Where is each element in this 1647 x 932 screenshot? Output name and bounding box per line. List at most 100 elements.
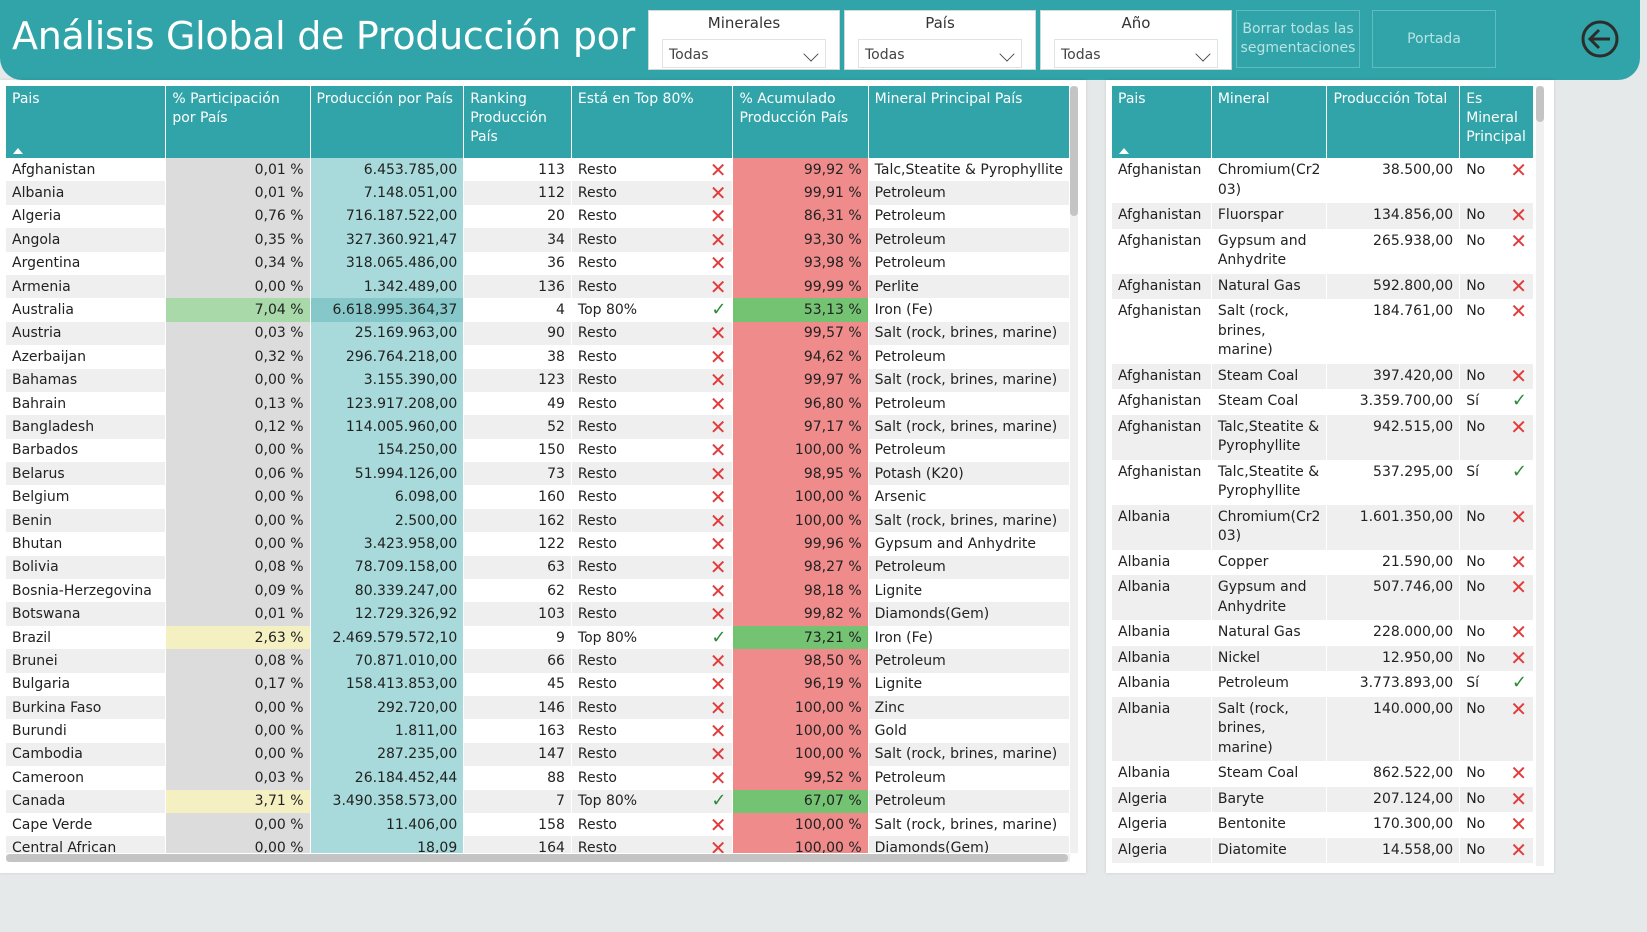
cell-pais: Afghanistan	[1112, 203, 1212, 229]
slicer-dropdown[interactable]: Todas	[662, 39, 826, 68]
table-row[interactable]: Azerbaijan 0,32 % 296.764.218,00 38 Resto ✕ 94…	[6, 345, 1070, 369]
clear-slicers-button[interactable]: Borrar todas las segmentaciones	[1236, 10, 1360, 68]
col-header-es-principal[interactable]: Es Mineral Principal	[1459, 86, 1534, 158]
cell-produccion: 1.811,00	[310, 719, 465, 743]
top80-label: Top 80%	[577, 793, 638, 810]
table-row[interactable]: Albania 0,01 % 7.148.051,00 112 Resto ✕ 99,91 …	[6, 181, 1070, 205]
table-row[interactable]: Brunei 0,08 % 70.871.010,00 66 Resto ✕ 98,50 %…	[6, 649, 1070, 673]
vertical-scrollbar[interactable]	[1070, 86, 1078, 853]
table-row[interactable]: Central African 0,00 % 18,09 164 Resto ✕ 100,0…	[6, 836, 1070, 853]
cell-produccion: 3.423.958,00	[310, 532, 465, 556]
top80-label: Resto	[577, 231, 617, 248]
table-row[interactable]: Bosnia-Herzegovina 0,09 % 80.339.247,00 62 R…	[6, 579, 1070, 603]
cell-participacion: 0,00 %	[165, 274, 311, 299]
table-row[interactable]: Afghanistan Talc,Steatite & Pyrophyllite 9…	[1112, 414, 1534, 460]
table-row[interactable]: Algeria Baryte 207.124,00 No ✕	[1112, 786, 1534, 812]
table-row[interactable]: Afghanistan 0,01 % 6.453.785,00 113 Resto ✕ 99…	[6, 158, 1070, 182]
table-row[interactable]: Afghanistan Steam Coal 397.420,00 No ✕	[1112, 363, 1534, 389]
cell-mineral-principal: Salt (rock, brines, marine)	[868, 415, 1070, 439]
col-header-mineral-principal[interactable]: Mineral Principal País	[868, 86, 1070, 158]
table-row[interactable]: Cameroon 0,03 % 26.184.452,44 88 Resto ✕ 99,52…	[6, 766, 1070, 790]
cell-acumulado: 98,50 %	[732, 649, 869, 673]
table-row[interactable]: Bahamas 0,00 % 3.155.390,00 123 Resto ✕ 99,97 …	[6, 368, 1070, 392]
col-header-pais[interactable]: Pais	[1112, 86, 1212, 158]
slicer-minerales[interactable]: Minerales Todas	[648, 10, 840, 70]
cross-icon: ✕	[709, 508, 727, 533]
col-header-mineral[interactable]: Mineral	[1211, 86, 1328, 158]
cross-icon: ✕	[709, 719, 727, 743]
table-row[interactable]: Cambodia 0,00 % 287.235,00 147 Resto ✕ 100,00 …	[6, 742, 1070, 767]
col-header-ranking[interactable]: Ranking Producción País	[463, 86, 572, 158]
cover-button[interactable]: Portada	[1372, 10, 1496, 68]
col-header-acumulado[interactable]: % Acumulado Producción País	[732, 86, 869, 158]
table-row[interactable]: Bulgaria 0,17 % 158.413.853,00 45 Resto ✕ 96,1…	[6, 672, 1070, 696]
scrollbar-thumb[interactable]	[1070, 86, 1078, 216]
table-row[interactable]: Albania Salt (rock, brines, marine) 140.00…	[1112, 696, 1534, 761]
col-header-produccion-total[interactable]: Producción Total	[1326, 86, 1461, 158]
col-header-participacion[interactable]: % Participación por País	[165, 86, 311, 158]
back-arrow-icon[interactable]	[1580, 19, 1620, 59]
top80-label: Resto	[577, 418, 617, 435]
table-row[interactable]: Barbados 0,00 % 154.250,00 150 Resto ✕ 100,00 …	[6, 438, 1070, 463]
table-row[interactable]: Algeria 0,76 % 716.187.522,00 20 Resto ✕ 86,31…	[6, 204, 1070, 229]
table-row[interactable]: Bolivia 0,08 % 78.709.158,00 63 Resto ✕ 98,27 …	[6, 555, 1070, 580]
top80-label: Resto	[577, 255, 617, 272]
table-row[interactable]: Albania Gypsum and Anhydrite 507.746,00 No ✕	[1112, 575, 1534, 620]
cell-ranking: 163	[463, 719, 572, 743]
table-row[interactable]: Angola 0,35 % 327.360.921,47 34 Resto ✕ 93,30 …	[6, 228, 1070, 252]
cell-es-principal: No ✕	[1459, 228, 1534, 274]
table-row[interactable]: Botswana 0,01 % 12.729.326,92 103 Resto ✕ 99,8…	[6, 602, 1070, 626]
col-header-produccion[interactable]: Producción por País	[310, 86, 465, 158]
vertical-scrollbar[interactable]	[1536, 86, 1544, 866]
table-row[interactable]: Afghanistan Natural Gas 592.800,00 No ✕	[1112, 273, 1534, 299]
table-row[interactable]: Algeria Diatomite 14.558,00 No ✕	[1112, 837, 1534, 863]
table-row[interactable]: Afghanistan Gypsum and Anhydrite 265.938,0…	[1112, 228, 1534, 274]
table-row[interactable]: Belgium 0,00 % 6.098,00 160 Resto ✕ 100,00 % Ar…	[6, 485, 1070, 509]
table-row[interactable]: Australia 7,04 % 6.618.995.364,37 4 Top 80% ✓…	[6, 298, 1070, 322]
table-row[interactable]: Belarus 0,06 % 51.994.126,00 73 Resto ✕ 98,95 …	[6, 462, 1070, 486]
table-row[interactable]: Bhutan 0,00 % 3.423.958,00 122 Resto ✕ 99,96 %…	[6, 532, 1070, 556]
table-row[interactable]: Afghanistan Salt (rock, brines, marine) 18…	[1112, 299, 1534, 364]
scrollbar-thumb[interactable]	[6, 854, 1068, 862]
table-row[interactable]: Canada 3,71 % 3.490.358.573,00 7 Top 80% ✓ 67,…	[6, 789, 1070, 813]
table-row[interactable]: Albania Steam Coal 862.522,00 No ✕	[1112, 761, 1534, 787]
table-row[interactable]: Cape Verde 0,00 % 11.406,00 158 Resto ✕ 100,00…	[6, 812, 1070, 837]
table-row[interactable]: Albania Chromium(Cr2 03) 1.601.350,00 No ✕	[1112, 504, 1534, 550]
table-row[interactable]: Bangladesh 0,12 % 114.005.960,00 52 Resto ✕ 97…	[6, 415, 1070, 439]
cell-produccion: 3.490.358.573,00	[310, 789, 465, 813]
cell-es-principal: No ✕	[1459, 414, 1534, 460]
table-row[interactable]: Afghanistan Fluorspar 134.856,00 No ✕	[1112, 203, 1534, 229]
table-row[interactable]: Albania Nickel 12.950,00 No ✕	[1112, 645, 1534, 671]
top80-label: Resto	[577, 582, 617, 599]
slicer-dropdown[interactable]: Todas	[858, 39, 1022, 68]
table-row[interactable]: Burkina Faso 0,00 % 292.720,00 146 Resto ✕ 100…	[6, 695, 1070, 720]
cell-produccion: 70.871.010,00	[310, 649, 465, 673]
slicer-anio[interactable]: Año Todas	[1040, 10, 1232, 70]
table-row[interactable]: Algeria Bentonite 170.300,00 No ✕	[1112, 812, 1534, 838]
col-header-top80[interactable]: Está en Top 80%	[571, 86, 734, 158]
table-row[interactable]: Brazil 2,63 % 2.469.579.572,10 9 Top 80% ✓ 73,…	[6, 625, 1070, 650]
table-row[interactable]: Austria 0,03 % 25.169.963,00 90 Resto ✕ 99,57 …	[6, 321, 1070, 346]
horizontal-scrollbar[interactable]	[6, 854, 1070, 862]
cell-mineral: Copper	[1211, 549, 1328, 575]
table-row[interactable]: Benin 0,00 % 2.500,00 162 Resto ✕ 100,00 % Salt…	[6, 508, 1070, 533]
scrollbar-thumb[interactable]	[1536, 86, 1544, 122]
table-row[interactable]: Burundi 0,00 % 1.811,00 163 Resto ✕ 100,00 % Go…	[6, 719, 1070, 743]
table-row[interactable]: Afghanistan Steam Coal 3.359.700,00 Sí ✓	[1112, 389, 1534, 415]
col-header-pais[interactable]: Pais	[6, 86, 167, 158]
table-row[interactable]: Armenia 0,00 % 1.342.489,00 136 Resto ✕ 99,99 …	[6, 274, 1070, 299]
table-row[interactable]: AlgeriaFeldspar850.000,00No✕	[1112, 863, 1534, 866]
table-row[interactable]: Bahrain 0,13 % 123.917.208,00 49 Resto ✕ 96,80…	[6, 391, 1070, 416]
table-row[interactable]: Albania Natural Gas 228.000,00 No ✕	[1112, 620, 1534, 646]
slicer-dropdown[interactable]: Todas	[1054, 39, 1218, 68]
table-row[interactable]: Argentina 0,34 % 318.065.486,00 36 Resto ✕ 93,…	[6, 251, 1070, 275]
top80-cell: Resto ✕	[578, 534, 727, 554]
table-row[interactable]: Afghanistan Talc,Steatite & Pyrophyllite 5…	[1112, 459, 1534, 505]
slicer-pais[interactable]: País Todas	[844, 10, 1036, 70]
cross-icon: ✕	[709, 204, 727, 229]
cell-acumulado: 100,00 %	[732, 812, 869, 837]
table-row[interactable]: Albania Copper 21.590,00 No ✕	[1112, 549, 1534, 575]
cross-icon: ✕	[1510, 812, 1527, 836]
table-row[interactable]: Albania Petroleum 3.773.893,00 Sí ✓	[1112, 671, 1534, 697]
table-row[interactable]: Afghanistan Chromium(Cr2 03) 38.500,00 No ✕	[1112, 158, 1534, 203]
